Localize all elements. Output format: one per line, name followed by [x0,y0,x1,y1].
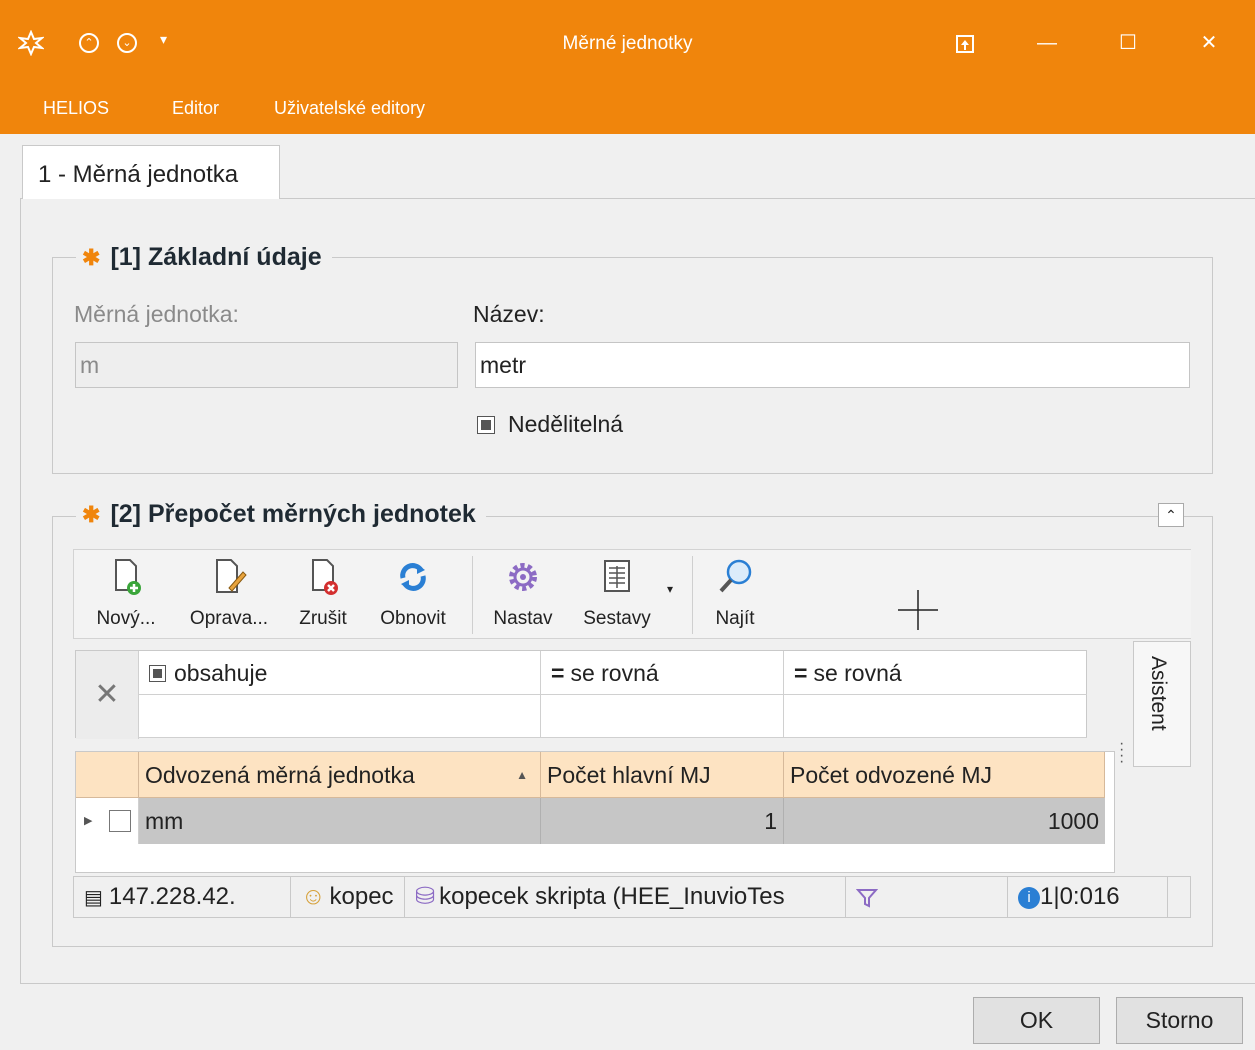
group-basic-info-title: ✱ [1] Základní údaje [76,243,332,272]
menu-editor[interactable]: Editor [172,98,219,119]
minimize-icon[interactable]: — [1022,20,1072,66]
close-icon[interactable]: ✕ [1184,20,1234,66]
title-bar: ⌃ ⌄ ▾ Měrné jednotky — ☐ ✕ [0,0,1255,86]
unit-label: Měrná jednotka: [74,301,239,327]
toolbar-separator [692,556,693,634]
database-icon: ⛁ [415,883,436,910]
status-bar: ▤ 147.228.42. ☺ kopec ⛁ kopecek skripta (HE… [73,876,1191,918]
server-icon: ▤ [84,887,103,909]
indivisible-checkbox[interactable] [477,416,495,434]
edit-document-icon [216,559,247,593]
collapse-icon[interactable]: ⌃ [1158,503,1184,527]
column-header-derived-unit[interactable]: Odvozená měrná jednotka ▲ [139,752,541,798]
equals-icon: = [794,660,808,686]
cell-main-count[interactable]: 1 [541,798,784,844]
filter-operator-equals-2[interactable]: = se rovná [784,651,1087,695]
filter-row: ✕ obsahuje = se rovná = se rovná [75,650,1087,739]
report-icon [604,560,630,592]
splitter-handle[interactable]: · · · · [1119,736,1125,770]
tab-unit[interactable]: 1 - Měrná jednotka [22,145,280,199]
assistant-tab[interactable]: Asistent [1133,641,1191,767]
data-grid: Odvozená měrná jednotka ▲ Počet hlavní M… [75,751,1115,873]
row-checkbox[interactable] [109,810,131,832]
indivisible-label: Nedělitelná [508,411,624,437]
user-icon: ☺ [301,883,326,910]
checkbox-square-icon [149,665,166,682]
edit-button[interactable]: Oprava... [184,558,274,634]
menu-helios[interactable]: HELIOS [43,98,109,119]
filter-operator-contains[interactable]: obsahuje [139,651,541,695]
settings-button[interactable]: Nastav [488,558,558,634]
new-document-icon [115,559,141,595]
status-user: ☺ kopec [291,877,405,917]
new-button[interactable]: Nový... [92,558,160,634]
status-database: ⛁ kopecek skripta (HEE_InuvioTes [405,877,846,917]
delete-document-icon [312,559,338,595]
restore-layout-icon[interactable] [940,20,990,66]
row-pointer-icon: ▶ [84,815,93,827]
status-filter[interactable] [846,877,1008,917]
delete-button[interactable]: Zrušit [292,558,354,634]
refresh-icon [400,563,426,591]
row-selector[interactable]: ▶ [76,798,139,844]
sort-ascending-icon: ▲ [516,768,528,782]
toolbar: Nový... Oprava... Zrušit Obnovit Nastav … [73,549,1191,639]
filter-input-derived-count[interactable] [784,695,1087,738]
menu-user-editors[interactable]: Uživatelské editory [274,98,425,119]
filter-input-main-count[interactable] [541,695,784,738]
group-unit-conversion-title: ✱ [2] Přepočet měrných jednotek [76,500,486,529]
equals-icon: = [551,660,565,686]
row-indicator-header [76,752,139,798]
status-server: ▤ 147.228.42. [74,877,291,917]
filter-input-unit[interactable] [139,695,541,738]
cancel-button[interactable]: Storno [1116,997,1243,1044]
menu-bar: HELIOS Editor Uživatelské editory [0,86,1255,134]
name-label: Název: [473,301,545,327]
find-button[interactable]: Najít [704,558,766,634]
gear-icon [509,563,537,591]
refresh-button[interactable]: Obnovit [372,558,454,634]
cell-derived-count[interactable]: 1000 [784,798,1105,844]
filter-icon [855,888,879,908]
info-icon: i [1018,886,1040,909]
column-header-derived-count[interactable]: Počet odvozené MJ [784,752,1105,798]
star-icon: ✱ [82,245,101,270]
toolbar-separator [472,556,473,634]
ok-button[interactable]: OK [973,997,1100,1044]
unit-field: m [75,342,458,388]
magnifier-icon [719,559,752,593]
reports-button[interactable]: Sestavy [579,558,655,634]
name-field[interactable]: metr [475,342,1190,388]
filter-operator-equals-1[interactable]: = se rovná [541,651,784,695]
star-icon: ✱ [82,502,101,527]
maximize-icon[interactable]: ☐ [1103,20,1153,66]
column-header-main-count[interactable]: Počet hlavní MJ [541,752,784,798]
cell-derived-unit[interactable]: mm [139,798,541,844]
reports-dropdown-icon[interactable]: ▾ [667,582,673,596]
crosshair-cursor-icon [898,590,938,630]
clear-filter-icon[interactable]: ✕ [76,651,139,739]
status-info: i 1|0:016 [1008,877,1168,917]
